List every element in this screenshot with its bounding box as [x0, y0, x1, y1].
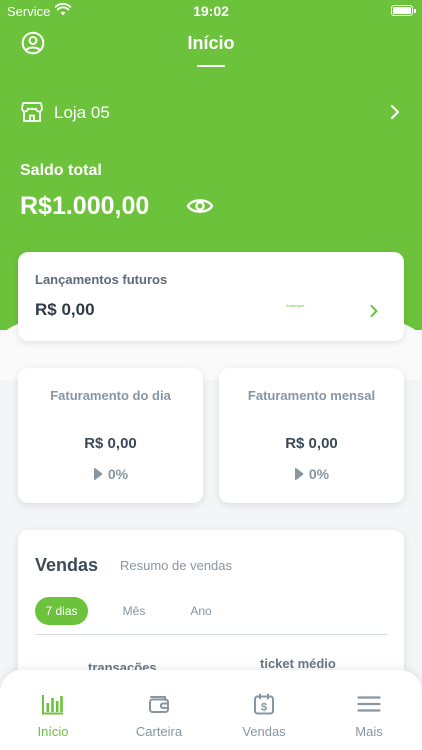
- monthly-revenue-change: 0%: [219, 466, 404, 482]
- daily-revenue-change: 0%: [18, 466, 203, 482]
- page-title: Início: [187, 33, 235, 53]
- tab-inicio[interactable]: Início: [8, 670, 98, 750]
- monthly-revenue-percent: 0%: [308, 466, 330, 482]
- daily-revenue-value: R$ 0,00: [84, 435, 137, 452]
- period-filter: 7 dias Mês Ano: [35, 597, 387, 627]
- balance-label: Saldo total: [20, 162, 102, 179]
- divider: [35, 634, 387, 635]
- bottom-tab-bar: Início Carteira $ Vendas Mais: [0, 670, 422, 750]
- daily-revenue-title: Faturamento do dia: [50, 388, 171, 403]
- store-icon: [21, 102, 43, 122]
- future-entries-title: Lançamentos futuros: [35, 272, 168, 287]
- battery-icon: [391, 5, 416, 16]
- chevron-right-icon: [390, 104, 400, 120]
- bar-chart-icon: [42, 695, 63, 715]
- calendar-dollar-icon: $: [254, 693, 274, 715]
- trend-arrow-icon: [294, 467, 304, 481]
- eye-icon[interactable]: [186, 193, 214, 219]
- filter-7-days[interactable]: 7 dias: [35, 597, 88, 625]
- future-entries-card[interactable]: Lançamentos futuros R$ 0,00 Ambergue: [18, 252, 404, 341]
- monthly-revenue-value: R$ 0,00: [285, 435, 338, 452]
- daily-revenue-card: Faturamento do dia R$ 0,00 0%: [18, 368, 203, 503]
- balance-value: R$1.000,00: [20, 192, 150, 220]
- chevron-right-icon: [370, 305, 378, 317]
- store-selector[interactable]: Loja 05: [20, 100, 404, 128]
- sales-title: Vendas: [35, 555, 99, 575]
- title-underline: [197, 65, 225, 67]
- tab-label: Carteira: [135, 724, 183, 739]
- tab-vendas[interactable]: $ Vendas: [219, 670, 309, 750]
- store-name: Loja 05: [54, 103, 110, 122]
- monthly-revenue-title: Faturamento mensal: [247, 388, 376, 403]
- svg-text:$: $: [261, 702, 267, 714]
- filter-month[interactable]: Mês: [115, 597, 153, 625]
- tab-label: Vendas: [242, 724, 286, 739]
- tab-label: Início: [37, 724, 69, 739]
- daily-revenue-percent: 0%: [107, 466, 129, 482]
- trend-arrow-icon: [93, 467, 103, 481]
- tab-mais[interactable]: Mais: [324, 670, 414, 750]
- metric-average-ticket-label: ticket médio: [260, 656, 336, 671]
- tab-carteira[interactable]: Carteira: [114, 670, 204, 750]
- tab-label: Mais: [355, 724, 383, 739]
- status-bar: Service 19:02: [0, 0, 422, 22]
- filter-year[interactable]: Ano: [183, 597, 219, 625]
- sales-subtitle: Resumo de vendas: [120, 558, 233, 573]
- menu-icon: [357, 696, 381, 712]
- monthly-revenue-card: Faturamento mensal R$ 0,00 0%: [219, 368, 404, 503]
- wallet-icon: [149, 696, 169, 713]
- future-entries-value: R$ 0,00: [35, 300, 95, 319]
- clock: 19:02: [193, 3, 229, 19]
- future-entries-tag: Ambergue: [286, 303, 305, 308]
